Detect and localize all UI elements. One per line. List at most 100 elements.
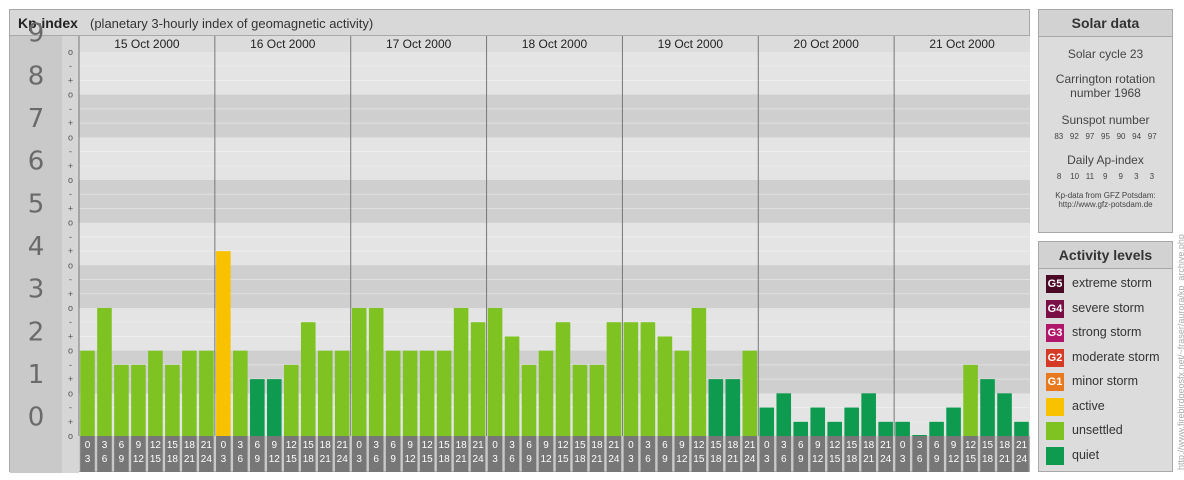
y-minor-tick-symbol: - [69,275,72,285]
kp-level-band [10,94,1030,138]
interval-start-label: 9 [136,440,142,451]
interval-end-label: 9 [662,454,668,465]
kp-bar [283,364,299,436]
kp-bar [674,350,690,436]
carrington-rotation-line1: Carrington rotation [1055,72,1156,86]
y-minor-tick-symbol: + [68,161,73,171]
kp-bar [725,379,741,436]
level-label: minor storm [1072,374,1138,388]
interval-start-label: 15 [303,440,315,451]
level-swatch [1046,397,1064,416]
interval-end-label: 3 [900,454,906,465]
interval-start-label: 0 [356,440,362,451]
level-swatch [1046,446,1064,465]
y-tick-label: 4 [28,232,45,262]
interval-end-label: 3 [221,454,227,465]
solar-data-panel: Solar data Solar cycle 23 Carrington rot… [1038,9,1173,233]
y-minor-tick-symbol: + [68,331,73,341]
interval-start-label: 21 [744,440,756,451]
kp-bar [623,322,639,436]
interval-end-label: 18 [982,454,994,465]
y-minor-tick-symbol: - [69,232,72,242]
interval-start-label: 0 [492,440,498,451]
interval-start-label: 3 [509,440,515,451]
interval-end-label: 15 [965,454,977,465]
y-tick-label: 0 [28,403,45,433]
kp-bar [946,407,961,436]
interval-start-label: 18 [727,440,739,451]
kp-bar [844,407,859,436]
y-minor-tick-symbol: + [68,417,73,427]
kp-bar [538,350,554,436]
kp-bar [267,379,282,436]
day-label: 21 Oct 2000 [929,37,995,51]
interval-end-label: 9 [119,454,125,465]
interval-end-label: 15 [286,454,298,465]
kp-bar [810,407,826,436]
y-minor-tick-symbol: - [69,360,72,370]
kp-level-band [10,137,1030,180]
kp-bar [250,379,265,436]
interval-end-label: 6 [645,454,651,465]
interval-start-label: 15 [982,440,994,451]
interval-end-label: 12 [269,454,281,465]
interval-start-label: 3 [373,440,379,451]
kp-bar [759,407,775,436]
interval-start-label: 6 [798,440,804,451]
level-label: unsettled [1072,423,1123,437]
level-label: active [1072,398,1105,413]
interval-end-label: 24 [608,454,620,465]
interval-end-label: 9 [798,454,804,465]
interval-end-label: 18 [167,454,179,465]
interval-start-label: 21 [473,440,485,451]
interval-end-label: 21 [727,454,739,465]
kp-bar [436,350,452,436]
y-minor-tick-symbol: - [69,189,72,199]
kp-bar [912,435,927,436]
interval-start-label: 6 [662,440,668,451]
interval-end-label: 21 [591,454,603,465]
y-minor-tick-symbol: + [68,374,73,384]
y-minor-tick-symbol: o [68,218,73,228]
kp-bar [182,350,197,436]
kp-bar [97,308,112,436]
y-tick-label: 2 [28,317,45,347]
interval-start-label: 6 [255,440,261,451]
y-minor-tick-symbol: - [69,317,72,327]
kp-bar [351,308,367,436]
y-minor-tick-symbol: - [69,61,72,71]
interval-start-label: 9 [272,440,278,451]
kp-level-band [10,308,1030,351]
kp-bar [776,393,792,436]
interval-start-label: 9 [951,440,957,451]
activity-levels-panel: Activity levels G5 extreme storm G4 seve… [1038,241,1173,472]
interval-start-label: 3 [238,440,244,451]
kp-chart-panel: Kp-index (planetary 3-hourly index of ge… [9,9,1030,473]
interval-end-label: 6 [373,454,379,465]
kp-bar [606,322,622,436]
kp-bar [708,379,724,436]
kp-bar [997,393,1012,436]
kp-level-band [10,52,1030,95]
interval-start-label: 12 [965,440,977,451]
interval-start-label: 6 [119,440,125,451]
interval-start-label: 12 [286,440,298,451]
kp-bar [300,322,316,436]
ap-index-label: Daily Ap-index [1067,153,1144,167]
kp-level-band [10,350,1030,394]
y-minor-tick-symbol: + [68,75,73,85]
interval-end-label: 6 [509,454,515,465]
kp-level-band [10,222,1030,266]
ap-index-values: 8 10 11 9 9 3 3 [1056,172,1155,181]
interval-start-label: 9 [407,440,413,451]
activity-levels-title: Activity levels [1039,242,1172,269]
kp-bar [470,322,486,436]
level-swatch: G1 [1046,373,1064,391]
kp-bar [114,364,129,436]
level-swatch: G3 [1046,324,1064,342]
interval-start-label: 12 [693,440,705,451]
kp-bar [131,364,146,436]
interval-end-label: 12 [676,454,688,465]
interval-start-label: 12 [829,440,841,451]
kp-bar [165,364,180,436]
